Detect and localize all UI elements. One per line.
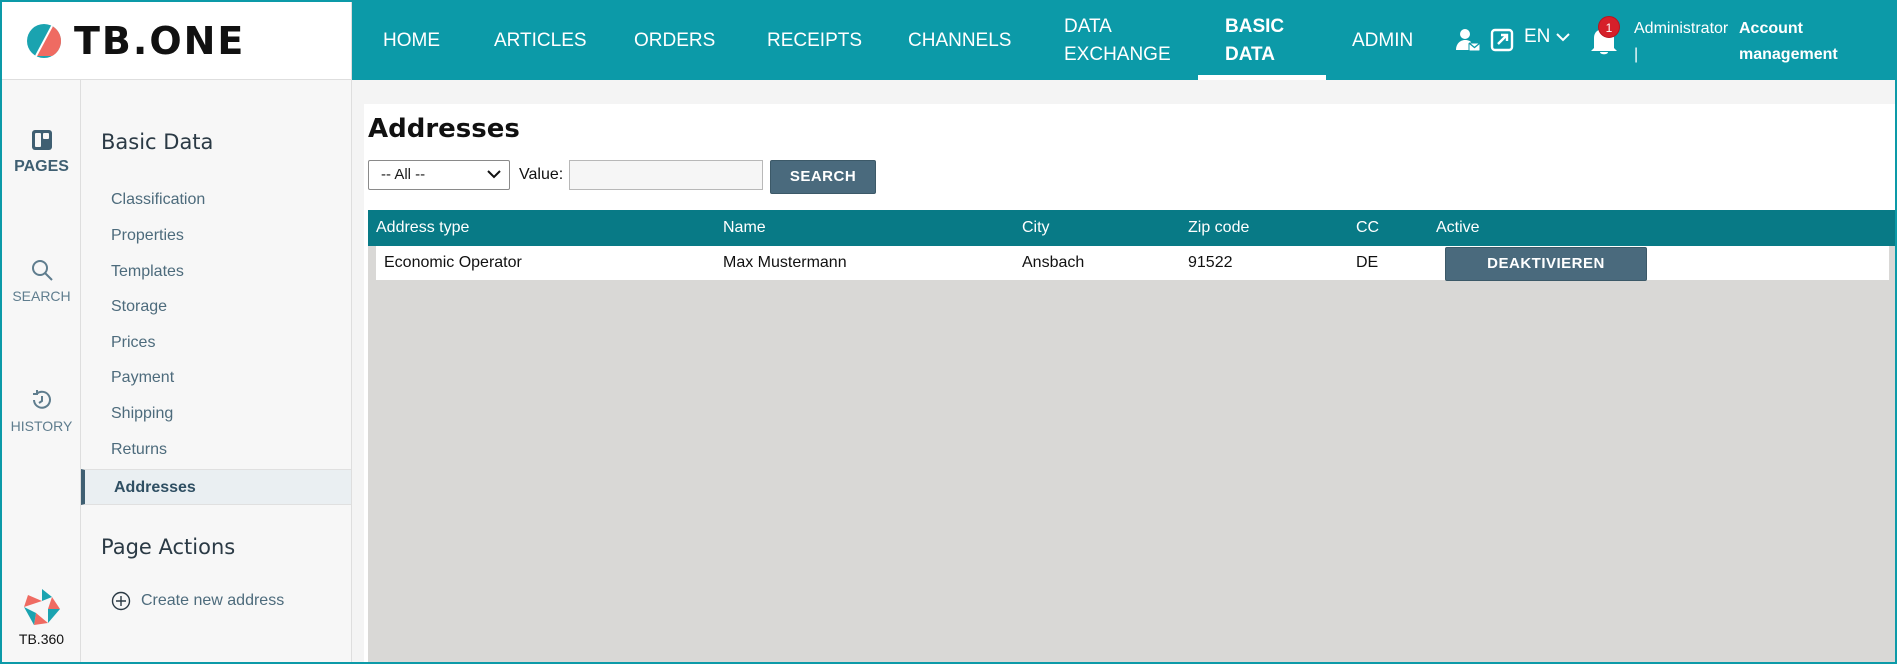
deactivate-button[interactable]: DEAKTIVIEREN	[1445, 247, 1647, 281]
user-mail-icon[interactable]	[1454, 26, 1482, 54]
nav-articles[interactable]: ARTICLES	[494, 2, 587, 80]
cell-city: Ansbach	[1022, 254, 1085, 271]
page-actions-heading: Page Actions	[101, 535, 236, 559]
logo-area[interactable]: TB.ONE	[2, 2, 352, 80]
main-panel: Addresses -- All -- Value: SEARCH Addres…	[364, 104, 1895, 662]
create-new-address-action[interactable]: Create new address	[111, 591, 284, 611]
filter-type-select[interactable]: -- All --	[368, 160, 510, 190]
cell-cc: DE	[1356, 254, 1379, 271]
external-link-icon[interactable]	[1488, 26, 1516, 54]
tb-one-logo-icon	[27, 23, 61, 58]
nav-home[interactable]: HOME	[383, 2, 440, 80]
sidebar-item-storage[interactable]: Storage	[81, 289, 351, 325]
nav-basic-data[interactable]: BASIC DATA	[1225, 2, 1284, 80]
sidebar-item-templates[interactable]: Templates	[81, 254, 351, 290]
column-header-zip-code[interactable]: Zip code	[1188, 210, 1249, 246]
nav-orders[interactable]: ORDERS	[634, 2, 715, 80]
sidebar-item-prices[interactable]: Prices	[81, 325, 351, 361]
rail-pages[interactable]: PAGES	[2, 128, 81, 176]
plus-circle-icon	[111, 591, 131, 611]
value-label: Value:	[519, 166, 564, 183]
search-icon	[31, 260, 53, 281]
basic-data-sidebar: Basic Data Classification Properties Tem…	[81, 80, 352, 662]
rail-search[interactable]: SEARCH	[2, 258, 81, 304]
account-management-link[interactable]: Account management	[1739, 16, 1859, 68]
sidebar-item-classification[interactable]: Classification	[81, 182, 351, 218]
tb360-link[interactable]: TB.360	[2, 587, 81, 647]
nav-basic-data-line2: DATA	[1225, 44, 1275, 65]
value-input[interactable]	[569, 160, 763, 190]
icon-rail: PAGES SEARCH HISTORY TB.360	[2, 80, 81, 662]
filter-type-value: -- All --	[381, 166, 426, 183]
account-line2: management	[1739, 46, 1838, 63]
account-line1: Account	[1739, 20, 1803, 37]
nav-data-exchange-line2: EXCHANGE	[1064, 44, 1171, 65]
rail-pages-label: PAGES	[14, 158, 69, 175]
nav-channels[interactable]: CHANNELS	[908, 2, 1011, 80]
rail-search-label: SEARCH	[12, 288, 71, 304]
search-button[interactable]: SEARCH	[770, 160, 876, 194]
tb360-logo-icon	[23, 589, 60, 625]
nav-admin[interactable]: ADMIN	[1352, 2, 1413, 80]
nav-data-exchange[interactable]: DATA EXCHANGE	[1064, 2, 1171, 80]
sidebar-item-payment[interactable]: Payment	[81, 360, 351, 396]
user-name: Administrator	[1634, 20, 1729, 37]
sidebar-item-shipping[interactable]: Shipping	[81, 396, 351, 432]
nav-basic-data-line1: BASIC	[1225, 16, 1285, 37]
language-label: EN	[1524, 26, 1551, 47]
table-row[interactable]: Economic Operator Max Mustermann Ansbach…	[376, 246, 1889, 281]
main-content: Addresses -- All -- Value: SEARCH Addres…	[352, 80, 1895, 662]
rail-history[interactable]: HISTORY	[2, 388, 81, 434]
table-header: Address type Name City Zip code CC Activ…	[368, 210, 1895, 246]
addresses-table: Address type Name City Zip code CC Activ…	[368, 210, 1895, 662]
sidebar-item-returns[interactable]: Returns	[81, 432, 351, 468]
pages-icon	[31, 130, 52, 150]
create-new-address-label: Create new address	[141, 592, 285, 609]
column-header-address-type[interactable]: Address type	[376, 210, 469, 246]
sidebar-item-addresses[interactable]: Addresses	[81, 469, 351, 505]
language-select[interactable]: EN	[1524, 26, 1571, 48]
column-header-cc[interactable]: CC	[1356, 210, 1379, 246]
rail-history-label: HISTORY	[10, 418, 73, 434]
cell-name: Max Mustermann	[723, 254, 847, 271]
notifications-button[interactable]: 1	[1590, 16, 1620, 56]
column-header-city[interactable]: City	[1022, 210, 1050, 246]
cell-address-type: Economic Operator	[384, 254, 522, 271]
column-header-name[interactable]: Name	[723, 210, 766, 246]
sidebar-item-properties[interactable]: Properties	[81, 218, 351, 254]
page-title: Addresses	[368, 114, 520, 144]
sidebar-heading: Basic Data	[101, 130, 214, 154]
tb360-label: TB.360	[18, 631, 65, 647]
chevron-down-icon	[487, 170, 501, 179]
top-navigation: HOME ARTICLES ORDERS RECEIPTS CHANNELS D…	[352, 2, 1895, 80]
app-window: TB.ONE HOME ARTICLES ORDERS RECEIPTS CHA…	[0, 0, 1897, 664]
cell-zip-code: 91522	[1188, 254, 1233, 271]
nav-data-exchange-line1: DATA	[1064, 16, 1112, 37]
logo-text: TB.ONE	[74, 18, 246, 63]
nav-receipts[interactable]: RECEIPTS	[767, 2, 862, 80]
column-header-active[interactable]: Active	[1436, 210, 1480, 246]
history-icon	[32, 390, 51, 409]
notification-badge: 1	[1598, 16, 1620, 38]
user-menu[interactable]: Administrator |	[1634, 16, 1728, 68]
chevron-down-icon	[1556, 33, 1571, 42]
user-separator: |	[1634, 46, 1639, 63]
